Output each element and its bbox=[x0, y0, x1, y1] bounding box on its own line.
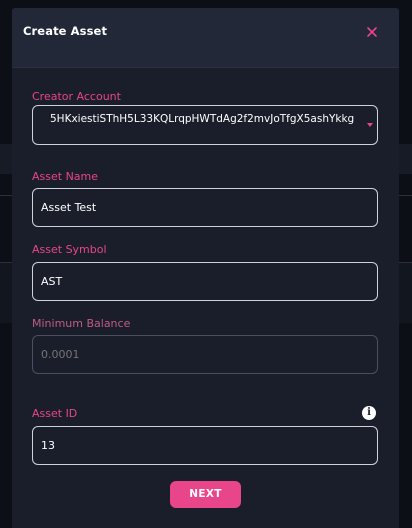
minimum-balance-field[interactable] bbox=[32, 335, 378, 374]
asset-name-label: Asset Name bbox=[32, 170, 99, 183]
creator-account-label: Creator Account bbox=[32, 90, 121, 103]
close-icon bbox=[367, 27, 377, 37]
asset-name-field[interactable] bbox=[32, 188, 378, 227]
close-button[interactable] bbox=[364, 24, 380, 40]
caret-down-icon bbox=[367, 123, 373, 127]
creator-account-select[interactable]: 5HKxiestiSThH5L33KQLrqpHWTdAg2f2mvJoTfgX… bbox=[32, 105, 378, 145]
asset-name-input[interactable] bbox=[41, 189, 369, 226]
asset-id-field[interactable] bbox=[32, 426, 378, 465]
asset-id-input[interactable] bbox=[41, 427, 369, 464]
asset-symbol-field[interactable] bbox=[32, 262, 378, 301]
asset-symbol-input[interactable] bbox=[41, 263, 369, 300]
next-button[interactable]: NEXT bbox=[170, 481, 241, 508]
creator-account-value: 5HKxiestiSThH5L33KQLrqpHWTdAg2f2mvJoTfgX… bbox=[50, 113, 355, 125]
info-icon[interactable]: i bbox=[362, 406, 376, 420]
asset-id-label: Asset ID bbox=[32, 407, 78, 420]
create-asset-modal: Create Asset Creator Account 5HKxiestiST… bbox=[12, 8, 399, 528]
minimum-balance-label: Minimum Balance bbox=[32, 317, 131, 330]
modal-title: Create Asset bbox=[23, 24, 108, 38]
asset-symbol-label: Asset Symbol bbox=[32, 243, 107, 256]
modal-header: Create Asset bbox=[12, 8, 399, 68]
minimum-balance-input[interactable] bbox=[41, 336, 369, 373]
